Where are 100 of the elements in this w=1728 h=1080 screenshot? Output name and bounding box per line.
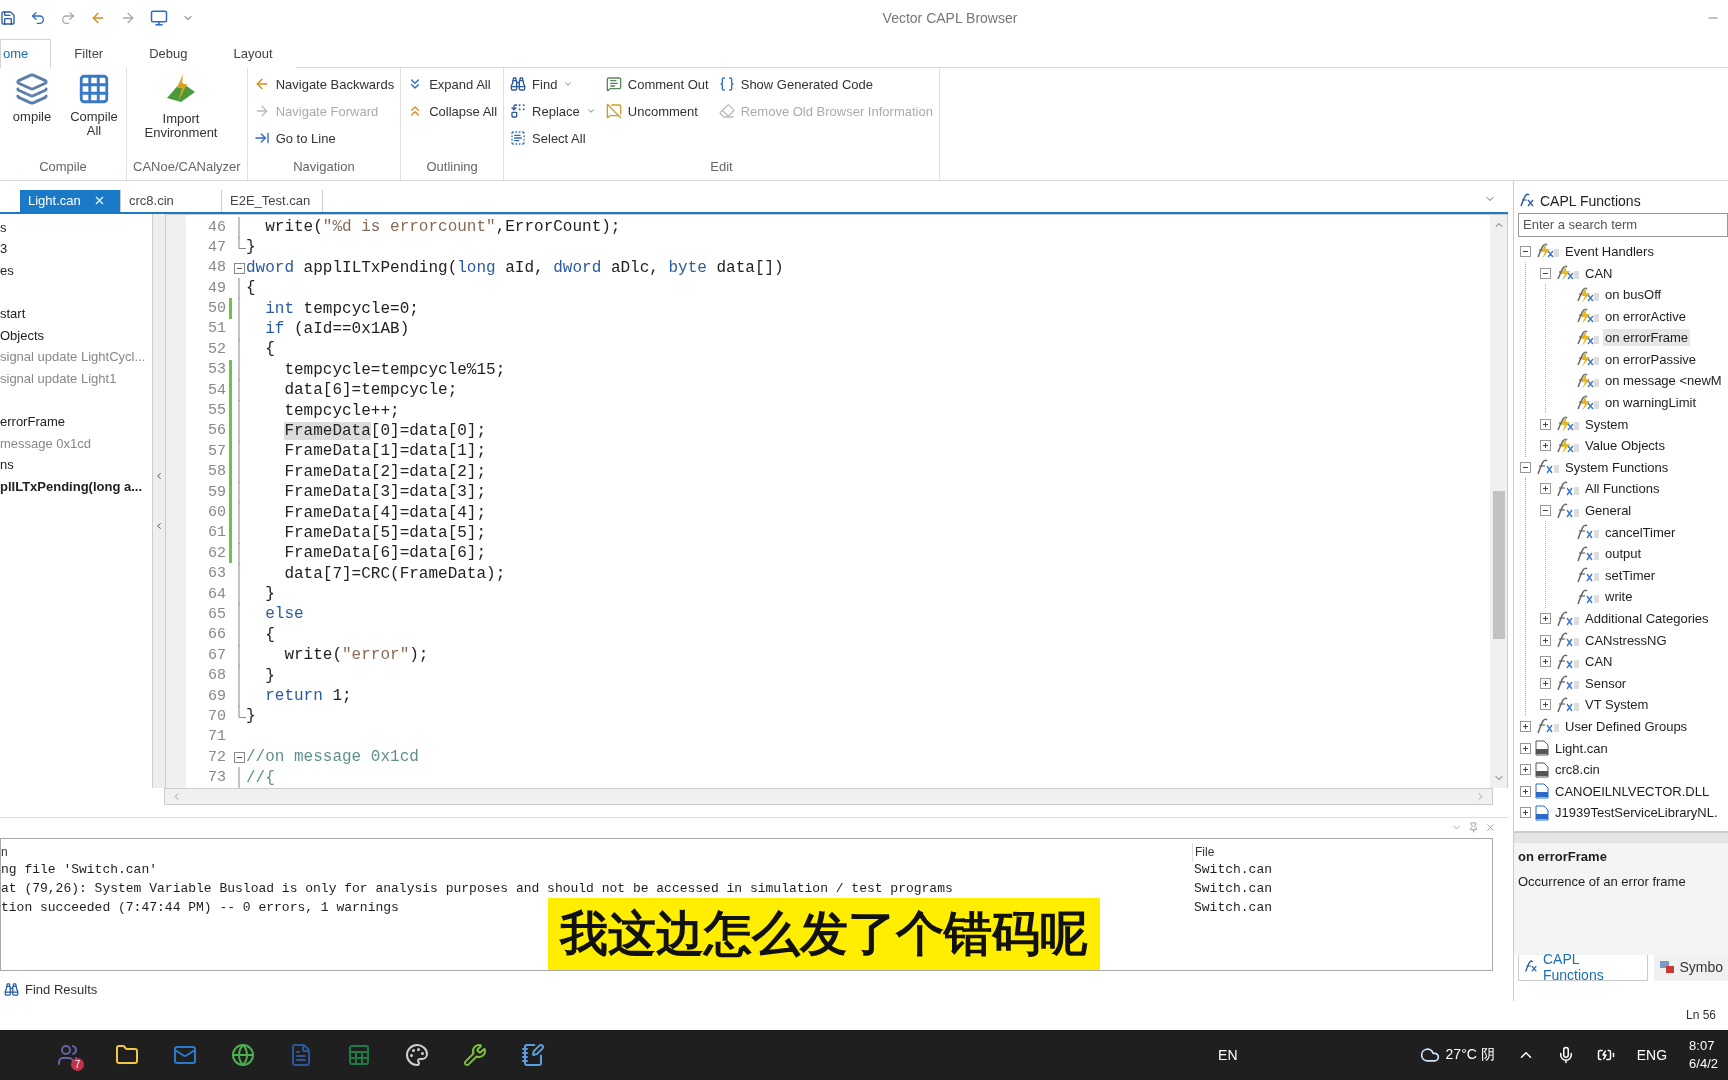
ribbon-button[interactable]: Go to Line (253, 126, 395, 151)
expand-toggle[interactable] (1540, 656, 1551, 668)
tree-item[interactable]: Event Handlers (1563, 242, 1656, 260)
output-file: Switch.can (1193, 899, 1273, 917)
tree-item[interactable]: CAN (1583, 264, 1615, 282)
ribbon-button[interactable]: Uncomment (605, 99, 709, 124)
fold-line-icon (238, 767, 240, 789)
taskbar-app[interactable]: 7 (40, 1033, 98, 1078)
tree-item[interactable]: on errorActive (1603, 307, 1688, 325)
weather-text[interactable]: 27°C 阴 (1445, 1046, 1495, 1065)
expand-toggle[interactable] (1520, 720, 1531, 732)
tree-item[interactable]: CANOEILNLVECTOR.DLL (1553, 782, 1712, 800)
lightning-function-icon (1554, 265, 1580, 281)
outline-item[interactable]: 3 (0, 238, 152, 261)
tree-item[interactable]: Light.can (1553, 739, 1610, 757)
ribbon-button[interactable]: Select All (510, 126, 596, 151)
line-number: 51 (207, 320, 227, 338)
ribbon-button[interactable]: Navigate Backwards (253, 72, 395, 97)
tree-item[interactable]: crc8.cin (1553, 761, 1602, 779)
outline-item[interactable]: plILTxPending(long a... (0, 475, 152, 498)
expand-toggle[interactable] (1540, 483, 1551, 495)
save-icon[interactable] (0, 9, 16, 26)
tree-item[interactable]: on errorPassive (1603, 350, 1699, 368)
outline-item[interactable]: message 0x1cd (0, 432, 152, 455)
tree-item[interactable]: Additional Categories (1583, 610, 1711, 627)
ribbon-button[interactable]: Replace (510, 99, 596, 124)
outline-item[interactable]: ns (0, 454, 152, 476)
tree-item[interactable]: J1939TestServiceLibraryNL. (1553, 804, 1720, 822)
expand-toggle[interactable] (1540, 699, 1551, 711)
line-number: 49 (207, 279, 227, 297)
search-field[interactable]: Enter a search term (1518, 212, 1728, 237)
function-icon (1534, 459, 1560, 476)
expand-toggle[interactable] (1540, 440, 1551, 452)
tree-item[interactable]: User Defined Groups (1563, 717, 1690, 735)
braces-icon (718, 76, 735, 93)
collapse-toggle[interactable] (1540, 505, 1551, 517)
palette-icon (405, 1043, 429, 1068)
collapse-toggle[interactable] (1520, 461, 1531, 473)
collapse-toggle[interactable] (1540, 267, 1551, 279)
tree-item[interactable]: VT System (1583, 696, 1651, 714)
outline-item[interactable]: s (0, 216, 152, 239)
outline-item[interactable]: start (0, 303, 152, 325)
tree-item[interactable]: output (1603, 545, 1644, 563)
line-number: 55 (207, 402, 227, 420)
ribbon-button[interactable]: Comment Out (605, 72, 709, 97)
tree-item[interactable]: All Functions (1583, 480, 1662, 498)
tree-item[interactable]: setTimer (1603, 566, 1658, 584)
ribbon-button[interactable]: Compile All (68, 72, 120, 139)
ribbon-button[interactable]: Collapse All (407, 99, 498, 124)
close-icon[interactable] (1485, 822, 1496, 834)
expand-toggle[interactable] (1520, 764, 1531, 776)
tree-item[interactable]: on warningLimit (1603, 394, 1699, 412)
tree-item[interactable]: CAN (1583, 653, 1615, 671)
ribbon-button[interactable]: Show Generated Code (718, 72, 933, 97)
ribbon-button[interactable]: Import Environment (133, 72, 229, 141)
select-all-icon (510, 130, 527, 147)
scroll-thumb[interactable] (1492, 490, 1505, 639)
outline-item[interactable]: signal update LightCycl... (0, 346, 152, 368)
expand-toggle[interactable] (1520, 742, 1531, 754)
tree-item[interactable]: System (1583, 415, 1631, 433)
tree-item[interactable]: on message <newM (1603, 372, 1724, 390)
input-language[interactable]: ENG (1636, 1047, 1668, 1064)
expand-toggle[interactable] (1540, 677, 1551, 689)
tree-item[interactable]: on busOff (1603, 286, 1664, 304)
monitor-icon[interactable] (150, 8, 168, 27)
ribbon-button[interactable]: Find (510, 72, 596, 97)
line-number: 54 (207, 381, 227, 399)
outline-item[interactable]: Objects (0, 324, 152, 347)
expand-toggle[interactable] (1540, 418, 1551, 430)
expand-toggle[interactable] (1540, 613, 1551, 624)
ribbon-button[interactable]: ompile (6, 72, 58, 125)
document-tab[interactable]: Light.can (20, 189, 121, 212)
tree-item[interactable]: on errorFrame (1603, 329, 1691, 347)
line-number: 50 (207, 300, 227, 318)
outline-item[interactable]: es (0, 260, 152, 282)
language-indicator[interactable]: EN (1218, 1047, 1238, 1064)
tree-item[interactable]: CANstressNG (1583, 631, 1669, 649)
tree-item[interactable]: System Functions (1563, 458, 1671, 476)
clock[interactable]: 8:07 6/4/2 (1689, 1037, 1718, 1074)
undo-icon[interactable] (30, 9, 46, 26)
panel-tab[interactable]: Find Results (25, 981, 98, 997)
splitter-handle[interactable] (1514, 831, 1728, 843)
expand-toggle[interactable] (1540, 634, 1551, 646)
ribbon-tab[interactable]: ome (0, 39, 52, 69)
lightning-function-icon (1574, 351, 1600, 368)
outline-item[interactable]: signal update Light1 (0, 368, 152, 390)
tree-item[interactable]: cancelTimer (1603, 523, 1678, 541)
panel-tab[interactable]: CAPL Functions (1518, 954, 1649, 981)
tree-item[interactable]: Value Objects (1583, 437, 1667, 455)
tree-item[interactable]: Sensor (1583, 674, 1629, 692)
expand-toggle[interactable] (1520, 807, 1531, 819)
outline-item[interactable]: errorFrame (0, 411, 152, 433)
panel-tab[interactable]: Symbo (1654, 954, 1728, 981)
tree-item[interactable]: write (1603, 588, 1635, 606)
ribbon-button[interactable]: Expand All (407, 72, 498, 97)
expand-toggle[interactable] (1520, 785, 1531, 797)
collapse-toggle[interactable] (1520, 245, 1531, 257)
tree-item[interactable]: General (1583, 502, 1634, 520)
description-text: Occurrence of an error frame (1518, 873, 1687, 889)
code-line: //on message 0x1cd (246, 748, 419, 767)
